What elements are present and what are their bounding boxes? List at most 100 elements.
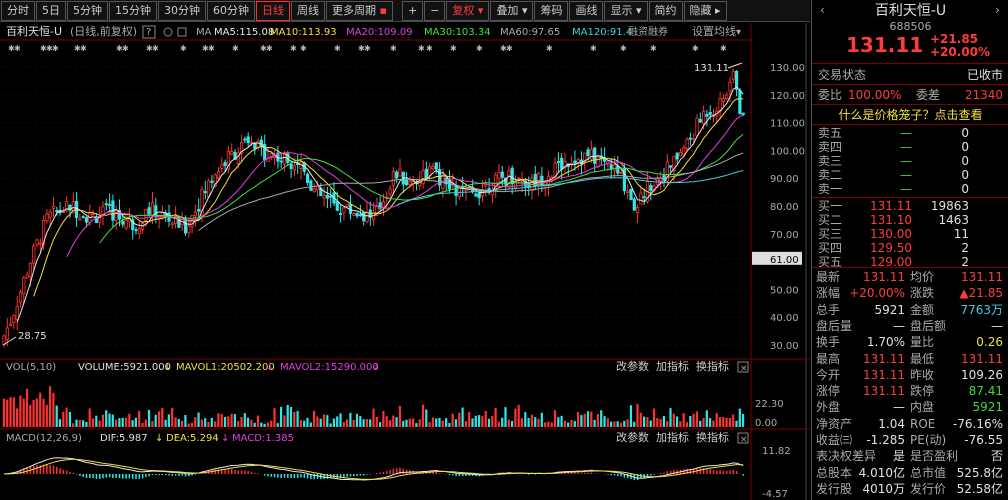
event-marker-icon[interactable]: ✱	[122, 44, 129, 53]
chips-button[interactable]: 筹码	[534, 0, 569, 21]
set-ma-button[interactable]: 设置均线	[692, 24, 736, 38]
event-marker-icon[interactable]: ✱	[506, 44, 513, 53]
volume-bar	[451, 413, 454, 427]
period-tab-15min[interactable]: 15分钟	[109, 0, 157, 21]
macd-dif-line	[3, 457, 744, 481]
stat-label: ROE	[910, 416, 936, 431]
vol-change-params-button[interactable]: 改参数	[616, 359, 649, 373]
period-tab-5day[interactable]: 5日	[36, 0, 66, 21]
volume-bar	[425, 409, 428, 427]
period-tab-60min[interactable]: 60分钟	[207, 0, 255, 21]
volume-bar	[319, 418, 322, 427]
close-icon[interactable]: ×	[740, 364, 748, 374]
event-marker-icon[interactable]: ✱	[692, 44, 699, 53]
stat-value: 525.8亿	[956, 465, 1003, 480]
kline-chart-area[interactable]: 百利天恒-U (日线,前复权) ? MA MA5:115.08 MA10:113…	[0, 23, 810, 500]
volume-bar	[62, 411, 65, 427]
event-marker-icon[interactable]: ✱	[14, 44, 21, 53]
candle-body	[335, 201, 339, 211]
event-marker-icon[interactable]: ✱	[426, 44, 433, 53]
candle-body	[474, 193, 478, 197]
volume-bar	[646, 417, 649, 427]
chart-settings-icon[interactable]	[163, 27, 187, 37]
event-marker-icon[interactable]: ✱	[390, 44, 397, 53]
period-tab-intraday[interactable]: 分时	[1, 0, 35, 21]
event-marker-icon[interactable]: ✱	[720, 44, 727, 53]
event-marker-icon[interactable]: ✱	[290, 44, 297, 53]
vol-switch-indicator-button[interactable]: 换指标	[696, 359, 729, 373]
macd-change-params-button[interactable]: 改参数	[616, 430, 649, 444]
margin-trading-tag[interactable]: 融资融券	[628, 25, 668, 38]
period-tab-weekly[interactable]: 周线	[291, 0, 325, 21]
macd-add-indicator-button[interactable]: 加指标	[656, 430, 689, 444]
event-marker-icon[interactable]: ✱	[334, 44, 341, 53]
brief-button[interactable]: 简约	[648, 0, 683, 21]
bid-volume: 2	[961, 241, 969, 255]
overlay-dropdown[interactable]: 叠加 ▾	[490, 0, 534, 21]
candle-body	[246, 136, 250, 144]
period-tab-30min[interactable]: 30分钟	[158, 0, 206, 21]
event-marker-icon[interactable]: ✱	[418, 44, 425, 53]
volume-bar	[738, 408, 741, 427]
event-marker-icon[interactable]: ✱	[476, 44, 483, 53]
close-icon[interactable]: ×	[740, 435, 748, 445]
period-tab-daily[interactable]: 日线	[256, 0, 290, 21]
ma20-line	[66, 113, 744, 258]
event-marker-icon[interactable]: ✱	[590, 44, 597, 53]
volume-bar	[78, 420, 81, 427]
event-marker-icon[interactable]: ✱	[80, 44, 87, 53]
candle-body	[424, 168, 429, 180]
volume-bar	[111, 414, 114, 427]
chevron-left-icon[interactable]: ‹	[820, 3, 825, 17]
volume-bar	[151, 421, 154, 427]
price-cage-link[interactable]: 什么是价格笼子？点击查看	[812, 106, 1008, 125]
adjust-dropdown[interactable]: 复权 ▾	[446, 0, 490, 21]
volume-bar	[415, 423, 418, 427]
event-marker-icon[interactable]: ✱	[232, 44, 239, 53]
event-marker-icon[interactable]: ✱	[266, 44, 273, 53]
arrow-down-icon: ↓	[266, 362, 274, 373]
volume-bar	[613, 421, 616, 427]
candle-body	[464, 188, 468, 191]
event-marker-icon[interactable]: ✱	[52, 44, 59, 53]
draw-line-button[interactable]: 画线	[569, 0, 604, 21]
event-marker-icon[interactable]: ✱	[650, 44, 657, 53]
event-marker-icon[interactable]: ✱	[208, 44, 215, 53]
chevron-down-icon[interactable]: ▾	[736, 27, 741, 38]
vol-add-indicator-button[interactable]: 加指标	[656, 359, 689, 373]
candle-body	[28, 262, 33, 277]
volume-bar	[131, 420, 134, 427]
event-marker-icon[interactable]: ✱	[546, 44, 553, 53]
volume-bar	[656, 418, 659, 427]
macd-switch-indicator-button[interactable]: 换指标	[696, 430, 729, 444]
volume-bar	[722, 416, 725, 427]
event-marker-icon[interactable]: ✱	[364, 44, 371, 53]
display-dropdown[interactable]: 显示 ▾	[604, 0, 648, 21]
event-marker-icon[interactable]: ✱	[300, 44, 307, 53]
candle-body	[642, 196, 646, 199]
volume-bar	[32, 399, 35, 427]
event-marker-icon[interactable]: ✱	[180, 44, 187, 53]
volume-bar	[610, 421, 613, 427]
volume-bar	[82, 420, 85, 427]
volume-bar	[240, 416, 243, 427]
help-icon[interactable]: ?	[146, 27, 151, 38]
stat-label: 涨跌	[910, 286, 935, 301]
zoom-out-button[interactable]: −	[424, 0, 446, 21]
event-markers[interactable]: ✱ ✱ ✱ ✱ ✱ ✱ ✱ ✱ ✱ ✱ ✱ ✱ ✱ ✱ ✱ ✱ ✱ ✱ ✱ ✱ ✱ ✱ ✱ ✱ ✱ ✱ ✱ ✱ ✱ ✱ ✱ ✱ ✱ ✱ ✱	[8, 44, 727, 53]
candle-body	[477, 192, 481, 199]
candle-body	[616, 165, 620, 174]
candle-body	[137, 228, 141, 235]
event-marker-icon[interactable]: ✱	[620, 44, 627, 53]
volume-bar	[19, 395, 22, 427]
zoom-in-button[interactable]: +	[401, 0, 424, 21]
volume-bar	[728, 417, 731, 427]
candlestick-series[interactable]	[2, 68, 745, 348]
candle-body	[230, 151, 234, 155]
chevron-right-icon[interactable]: ›	[995, 3, 1000, 17]
event-marker-icon[interactable]: ✱	[152, 44, 159, 53]
period-tab-5min[interactable]: 5分钟	[67, 0, 108, 21]
hide-button[interactable]: 隐藏 ▸	[683, 0, 727, 21]
more-periods-dropdown[interactable]: 更多周期 ▪	[326, 0, 393, 21]
event-marker-icon[interactable]: ✱	[450, 44, 457, 53]
